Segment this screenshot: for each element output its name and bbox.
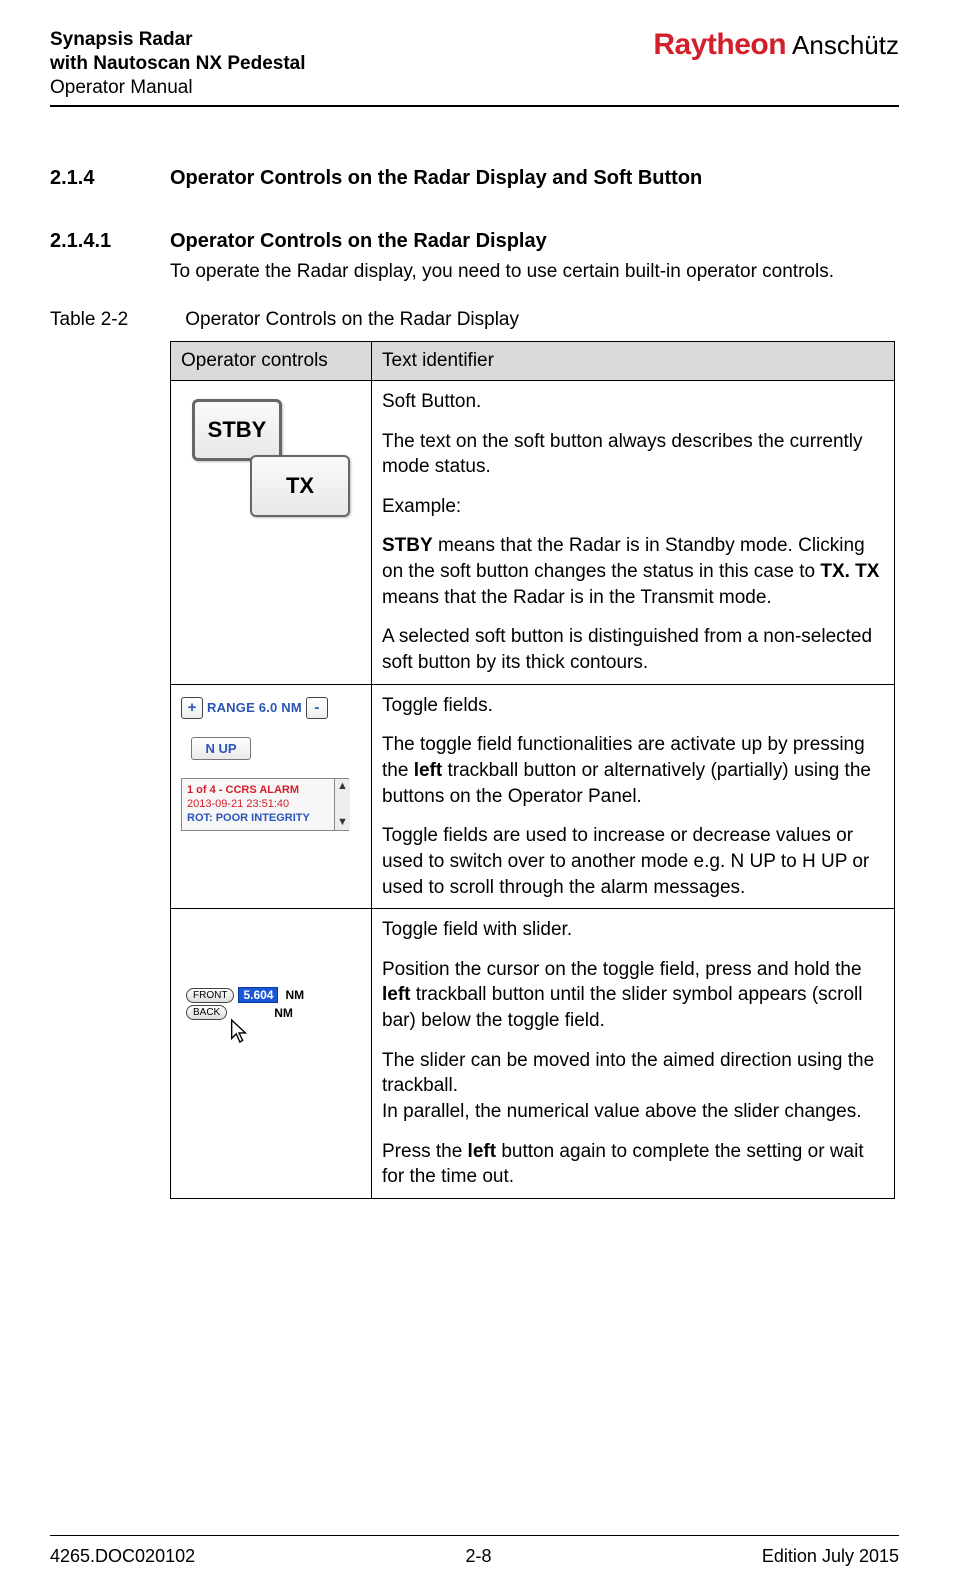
footer-page-num: 2-8: [466, 1546, 492, 1567]
desc-line: In parallel, the numerical value above t…: [382, 1099, 884, 1125]
tx-soft-button[interactable]: TX: [250, 455, 350, 517]
alarm-line-3: ROT: POOR INTEGRITY: [187, 811, 343, 825]
bold-text: STBY: [382, 535, 433, 556]
range-label: RANGE 6.0 NM: [207, 700, 302, 715]
bold-text: left: [468, 1141, 497, 1162]
orientation-toggle-button[interactable]: N UP: [191, 737, 251, 760]
desc-line: The text on the soft button always descr…: [382, 429, 884, 480]
header-title-block: Synapsis Radar with Nautoscan NX Pedesta…: [50, 28, 306, 99]
logo-main: Raytheon: [653, 28, 786, 62]
desc-line: STBY means that the Radar is in Standby …: [382, 533, 884, 610]
alarm-line-2: 2013-09-21 23:51:40: [187, 797, 343, 811]
section-body: To operate the Radar display, you need t…: [170, 259, 899, 285]
range-toggle: + RANGE 6.0 NM -: [181, 697, 361, 719]
section-title: Operator Controls on the Radar Display a…: [170, 167, 702, 190]
desc-line: Toggle field with slider.: [382, 917, 884, 943]
plain-text: Position the cursor on the toggle field,…: [382, 959, 862, 980]
bold-text: left: [382, 984, 411, 1005]
soft-button-figure: STBY TX: [186, 395, 356, 535]
plain-text: means that the Radar is in Standby mode.…: [382, 535, 865, 582]
desc-line: The slider can be moved into the aimed d…: [382, 1048, 884, 1099]
slider-value[interactable]: 5.604: [238, 987, 278, 1003]
operator-controls-table: Operator controls Text identifier STBY T…: [170, 341, 895, 1199]
table-header-row: Operator controls Text identifier: [171, 341, 895, 380]
slider-toggle-figure: FRONT 5.604 NM BACK NM: [186, 987, 356, 1046]
desc-line: Toggle fields.: [382, 693, 884, 719]
plain-text: Press the: [382, 1141, 468, 1162]
plain-text: trackball button or alternatively (parti…: [382, 760, 871, 807]
col-header-text-identifier: Text identifier: [372, 341, 895, 380]
desc-line: Example:: [382, 494, 884, 520]
title-line-3: Operator Manual: [50, 76, 306, 100]
footer-rule: [50, 1535, 899, 1536]
header-rule: [50, 105, 899, 107]
bold-text: TX. TX: [820, 561, 879, 582]
table-caption-num: Table 2-2: [50, 309, 180, 331]
toggle-fields-figure: + RANGE 6.0 NM - N UP 1 of 4 - CCRS ALAR…: [181, 693, 361, 831]
page-header: Synapsis Radar with Nautoscan NX Pedesta…: [50, 28, 899, 99]
brand-logo: Raytheon Anschütz: [653, 28, 899, 62]
plain-text: trackball button until the slider symbol…: [382, 984, 862, 1031]
desc-line: The toggle field functionalities are act…: [382, 732, 884, 809]
slider-unit: NM: [274, 1006, 293, 1020]
alarm-scroll[interactable]: ▲ ▼: [334, 779, 350, 830]
front-pill[interactable]: FRONT: [186, 988, 234, 1003]
cursor-icon: [228, 1018, 250, 1046]
operator-control-cell: STBY TX: [171, 380, 372, 684]
description-cell: Toggle fields. The toggle field function…: [372, 684, 895, 908]
table-row: STBY TX Soft Button. The text on the sof…: [171, 380, 895, 684]
description-cell: Soft Button. The text on the soft button…: [372, 380, 895, 684]
stby-soft-button[interactable]: STBY: [192, 399, 282, 461]
alarm-line-1: 1 of 4 - CCRS ALARM: [187, 783, 343, 797]
range-minus-button[interactable]: -: [306, 697, 328, 719]
table-caption-text: Operator Controls on the Radar Display: [185, 309, 519, 330]
scroll-down-icon[interactable]: ▼: [337, 815, 348, 829]
back-pill[interactable]: BACK: [186, 1005, 227, 1020]
scroll-up-icon[interactable]: ▲: [337, 779, 348, 793]
table-row: FRONT 5.604 NM BACK NM Toggle field with: [171, 909, 895, 1199]
operator-control-cell: + RANGE 6.0 NM - N UP 1 of 4 - CCRS ALAR…: [171, 684, 372, 908]
col-header-operator-controls: Operator controls: [171, 341, 372, 380]
bold-text: left: [414, 760, 443, 781]
desc-line: Soft Button.: [382, 389, 884, 415]
operator-control-cell: FRONT 5.604 NM BACK NM: [171, 909, 372, 1199]
footer-edition: Edition July 2015: [762, 1546, 899, 1567]
slider-unit: NM: [285, 988, 304, 1002]
title-line-1: Synapsis Radar: [50, 28, 306, 52]
table-caption: Table 2-2 Operator Controls on the Radar…: [50, 309, 899, 331]
plain-text: means that the Radar is in the Transmit …: [382, 587, 772, 608]
section-2-1-4: 2.1.4 Operator Controls on the Radar Dis…: [50, 167, 899, 190]
footer-doc-id: 4265.DOC020102: [50, 1546, 195, 1567]
desc-line: A selected soft button is distinguished …: [382, 624, 884, 675]
section-num: 2.1.4: [50, 167, 170, 190]
table-row: + RANGE 6.0 NM - N UP 1 of 4 - CCRS ALAR…: [171, 684, 895, 908]
logo-sub: Anschütz: [792, 30, 899, 61]
desc-line: Press the left button again to complete …: [382, 1139, 884, 1190]
section-2-1-4-1: 2.1.4.1 Operator Controls on the Radar D…: [50, 230, 899, 285]
range-plus-button[interactable]: +: [181, 697, 203, 719]
section-num: 2.1.4.1: [50, 230, 170, 285]
description-cell: Toggle field with slider. Position the c…: [372, 909, 895, 1199]
page-footer: 4265.DOC020102 2-8 Edition July 2015: [50, 1535, 899, 1567]
title-line-2: with Nautoscan NX Pedestal: [50, 52, 306, 76]
section-title: Operator Controls on the Radar Display: [170, 230, 899, 253]
alarm-message-box[interactable]: 1 of 4 - CCRS ALARM 2013-09-21 23:51:40 …: [181, 778, 349, 831]
desc-line: Toggle fields are used to increase or de…: [382, 823, 884, 900]
desc-line: Position the cursor on the toggle field,…: [382, 957, 884, 1034]
